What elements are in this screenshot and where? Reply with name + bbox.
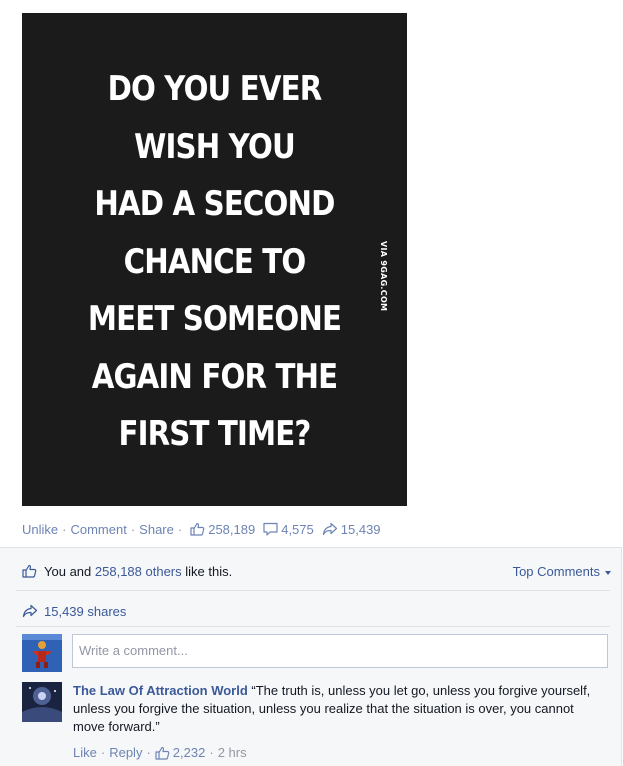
avatar-image <box>22 634 62 672</box>
avatar-image <box>22 682 62 722</box>
divider <box>16 626 610 627</box>
likes-and: and <box>69 563 92 579</box>
top-comments-dropdown[interactable]: Top Comments <box>513 564 611 579</box>
meme-line: MEET SOMEONE <box>87 299 342 339</box>
separator-dot: · <box>62 521 67 537</box>
caret-down-icon <box>605 570 611 575</box>
post-actions: Unlike · Comment · Share · 258,189 4,575… <box>22 520 381 538</box>
comment-reply-link[interactable]: Reply <box>109 745 142 760</box>
thumbs-up-icon <box>22 564 37 578</box>
comment-count[interactable]: 4,575 <box>263 522 314 537</box>
comment-author-link[interactable]: The Law Of Attraction World <box>73 683 248 698</box>
separator-dot: · <box>130 521 136 537</box>
like-count[interactable]: 258,189 <box>190 522 255 537</box>
meme-line: AGAIN FOR THE <box>91 356 338 397</box>
comment-meta: Like · Reply · 2,232 · 2 hrs <box>73 745 247 760</box>
shares-row[interactable]: 15,439 shares <box>22 602 610 620</box>
share-link[interactable]: Share <box>139 522 174 537</box>
unlike-link[interactable]: Unlike <box>22 522 58 537</box>
separator-dot: · <box>177 521 183 537</box>
shares-link: 15,439 shares <box>44 603 127 619</box>
likes-suffix: like this. <box>185 563 233 579</box>
meme-line: DO YOU EVER <box>107 69 323 109</box>
meme-text: DO YOU EVER WISH YOU HAD A SECOND CHANCE… <box>49 61 380 464</box>
meme-line: HAD A SECOND <box>94 184 335 224</box>
thumbs-up-icon <box>155 746 170 760</box>
top-comments-label: Top Comments <box>512 564 600 579</box>
separator-dot: · <box>146 745 151 760</box>
likes-others-link[interactable]: 258,188 others <box>95 564 182 579</box>
comment-bubble-icon <box>263 522 278 536</box>
comment-like-count[interactable]: 2,232 <box>155 745 206 760</box>
meme-line: FIRST TIME? <box>118 414 312 454</box>
share-count[interactable]: 15,439 <box>322 522 381 537</box>
watermark: VIA 9GAG.COM <box>379 241 388 312</box>
share-count-value: 15,439 <box>340 521 381 537</box>
comment-link[interactable]: Comment <box>70 522 126 537</box>
divider <box>16 590 610 591</box>
commenter-avatar[interactable] <box>22 682 62 722</box>
share-arrow-icon <box>22 604 38 618</box>
meme-line: WISH YOU <box>134 126 296 167</box>
comment-body: The Law Of Attraction World “The truth i… <box>73 682 593 736</box>
comment-count-value: 4,575 <box>281 521 314 537</box>
share-arrow-icon <box>322 522 337 536</box>
thumbs-up-icon <box>190 522 205 536</box>
meme-line: CHANCE TO <box>123 241 307 282</box>
separator-dot: · <box>209 745 214 760</box>
user-avatar[interactable] <box>22 634 62 672</box>
post-image[interactable]: DO YOU EVER WISH YOU HAD A SECOND CHANCE… <box>22 13 407 506</box>
comment-timestamp[interactable]: 2 hrs <box>218 745 247 760</box>
separator-dot: · <box>100 745 106 760</box>
like-count-value: 258,189 <box>208 521 256 537</box>
likes-you: You <box>44 563 66 579</box>
comment-like-count-value: 2,232 <box>172 745 206 760</box>
comment-like-link[interactable]: Like <box>73 745 97 760</box>
comment-input[interactable]: Write a comment... <box>72 634 608 668</box>
